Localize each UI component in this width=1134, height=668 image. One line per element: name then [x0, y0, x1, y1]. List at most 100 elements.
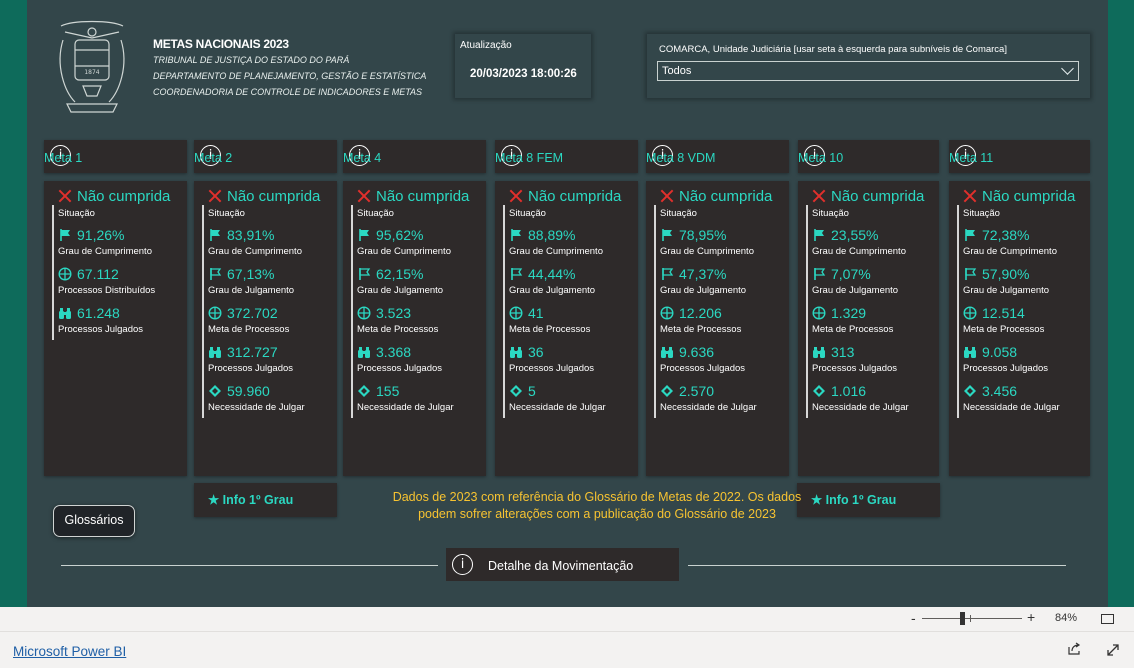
card-accent-bar	[503, 205, 505, 418]
flag-outline-icon	[662, 268, 674, 280]
update-value: 20/03/2023 18:00:26	[470, 68, 577, 80]
report-canvas: 1874 METAS NACIONAIS 2023 TRIBUNAL DE JU…	[27, 0, 1108, 607]
meta-card-4: Não cumprida Situação 88,89% Grau de Cumpri…	[495, 181, 638, 476]
metric-value: 9.636	[679, 344, 715, 360]
meta-header-7[interactable]: i Meta 11	[949, 140, 1090, 173]
info-1-grau-button-meta-10[interactable]: ★ Info 1º Grau	[797, 483, 940, 517]
zoom-slider-thumb[interactable]	[960, 612, 965, 625]
header-line-3: COORDENADORIA DE CONTROLE DE INDICADORES…	[153, 87, 423, 97]
status-label: Situação	[812, 208, 849, 219]
metric-label: Grau de Julgamento	[963, 285, 1050, 296]
metric-value: 155	[376, 383, 400, 399]
seal-year: 1874	[84, 69, 99, 76]
metric-value: 88,89%	[528, 227, 576, 243]
status-row: Não cumprida	[58, 188, 170, 206]
info-1-grau-button-meta-2[interactable]: ★ Info 1º Grau	[194, 483, 337, 517]
glossarios-button[interactable]: Glossários	[53, 505, 135, 537]
info-icon: i	[452, 554, 473, 575]
divider-left	[61, 565, 438, 566]
metric-value: 3.523	[376, 305, 412, 321]
metric-value: 12.206	[679, 305, 722, 321]
status-value: Não cumprida	[679, 188, 773, 205]
share-icon[interactable]	[1067, 642, 1081, 656]
metric-value: 3.368	[376, 344, 412, 360]
detalhe-movimentacao-label: Detalhe da Movimentação	[488, 559, 634, 573]
crosshair-icon	[357, 306, 371, 320]
binoculars-icon	[813, 347, 825, 358]
meta-header-6[interactable]: i Meta 10	[798, 140, 939, 173]
x-mark-icon	[812, 189, 825, 202]
metric-value-row: 88,89%	[509, 227, 575, 243]
metric-value: 44,44%	[528, 266, 576, 282]
metric-label: Grau de Julgamento	[509, 285, 596, 296]
zoom-level: 84%	[1055, 612, 1078, 624]
court-seal-icon: 1874	[59, 20, 125, 113]
card-accent-bar	[351, 205, 353, 418]
metric-label: Processos Julgados	[509, 363, 595, 374]
zoom-out-button[interactable]: -	[911, 610, 916, 626]
metric-value: 1.329	[831, 305, 867, 321]
metric-value: 67.112	[77, 266, 119, 282]
metric-value: 62,15%	[376, 266, 424, 282]
crosshair-icon	[812, 306, 826, 320]
metric-value-row: 41	[509, 305, 544, 321]
metric-value: 47,37%	[679, 266, 727, 282]
metric-value-row: 155	[357, 383, 399, 399]
flag-outline-icon	[511, 268, 523, 280]
info-1-grau-label: ★ Info 1º Grau	[811, 493, 897, 507]
update-card: Atualização 20/03/2023 18:00:26	[455, 34, 591, 98]
info-1-grau-label: ★ Info 1º Grau	[208, 493, 294, 507]
metric-value-row: 59.960	[208, 383, 270, 399]
fit-to-page-icon[interactable]	[1101, 614, 1114, 624]
diamond-icon	[358, 385, 370, 397]
meta-header-1[interactable]: i Meta 1	[44, 140, 187, 173]
comarca-dropdown[interactable]: Todos	[657, 61, 1079, 81]
binoculars-icon	[59, 308, 71, 319]
metric-label: Processos Julgados	[208, 363, 294, 374]
chevron-down-icon[interactable]	[1061, 62, 1074, 75]
flag-outline-icon	[965, 268, 977, 280]
metric-value-row: 3.368	[357, 344, 411, 360]
metric-value: 1.016	[831, 383, 867, 399]
metric-value-row: 67,13%	[208, 266, 274, 282]
metric-value-row: 23,55%	[812, 227, 878, 243]
flag-filled-icon	[814, 229, 824, 241]
metric-value-row: 95,62%	[357, 227, 423, 243]
metric-label: Processos Julgados	[58, 324, 144, 335]
meta-name: Meta 2	[194, 151, 233, 165]
detalhe-movimentacao-button[interactable]: i Detalhe da Movimentação	[446, 548, 679, 581]
zoom-in-button[interactable]: +	[1027, 609, 1035, 625]
metric-value-row: 372.702	[208, 305, 278, 321]
status-value: Não cumprida	[528, 188, 622, 205]
metric-value: 36	[528, 344, 544, 360]
meta-header-2[interactable]: i Meta 2	[194, 140, 337, 173]
metric-label: Necessidade de Julgar	[812, 402, 909, 413]
comarca-dropdown-value: Todos	[662, 65, 692, 77]
metric-value: 372.702	[227, 305, 278, 321]
crosshair-icon	[509, 306, 523, 320]
metric-value-row: 61.248	[58, 305, 120, 321]
meta-header-4[interactable]: i Meta 8 FEM	[495, 140, 638, 173]
card-accent-bar	[654, 205, 656, 418]
diamond-icon	[510, 385, 522, 397]
status-row: Não cumprida	[357, 188, 469, 206]
zoom-slider[interactable]	[922, 618, 1022, 619]
metric-value-row: 57,90%	[963, 266, 1029, 282]
metric-value: 57,90%	[982, 266, 1030, 282]
crosshair-icon	[58, 267, 72, 281]
power-bi-link[interactable]: Microsoft Power BI	[13, 644, 126, 659]
flag-filled-icon	[210, 229, 220, 241]
binoculars-icon	[358, 347, 370, 358]
fullscreen-icon[interactable]	[1106, 643, 1120, 657]
meta-name: Meta 10	[798, 151, 844, 165]
metric-value: 12.514	[982, 305, 1025, 321]
meta-header-5[interactable]: i Meta 8 VDM	[646, 140, 789, 173]
status-label: Situação	[357, 208, 394, 219]
glossary-note: Dados de 2023 com referência do Glossári…	[392, 490, 802, 521]
metric-value-row: 3.523	[357, 305, 411, 321]
metric-value: 41	[528, 305, 544, 321]
meta-name: Meta 4	[343, 151, 382, 165]
status-label: Situação	[509, 208, 546, 219]
meta-header-3[interactable]: i Meta 4	[343, 140, 486, 173]
flag-filled-icon	[662, 229, 672, 241]
